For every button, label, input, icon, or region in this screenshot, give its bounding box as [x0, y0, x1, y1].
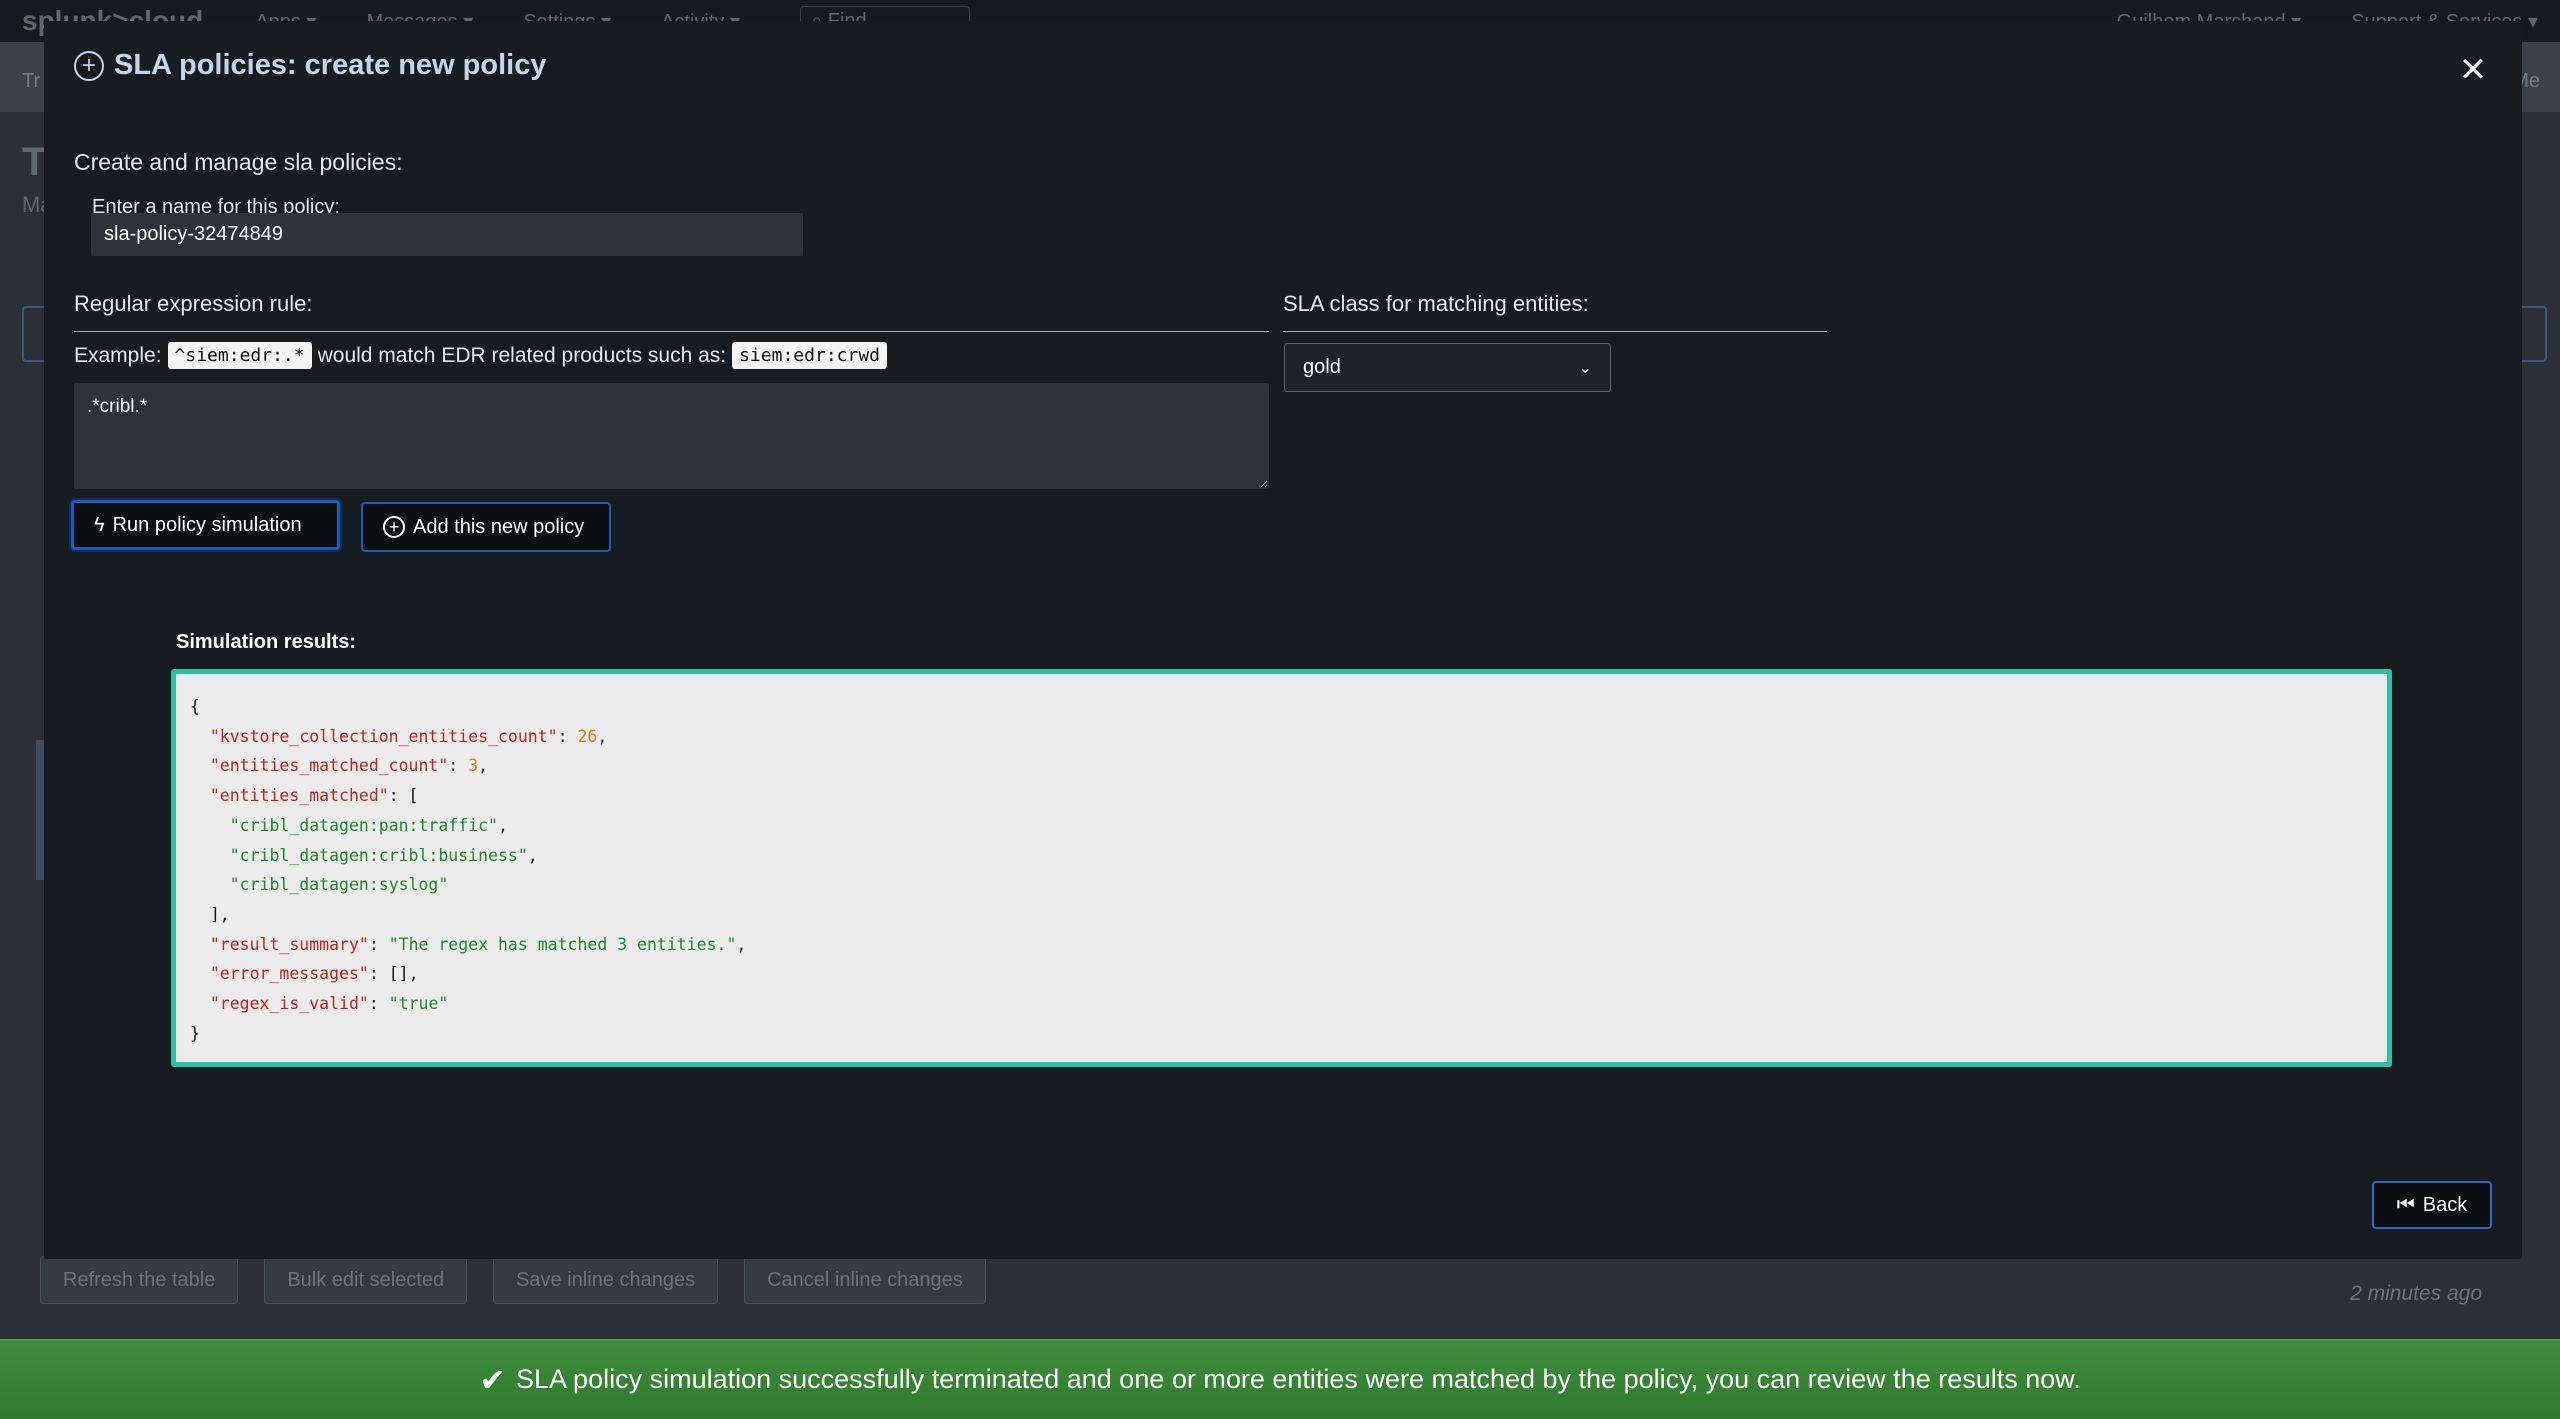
refresh-table-button[interactable]: Refresh the table	[40, 1256, 239, 1304]
checkmark-icon: ✔	[479, 1361, 507, 1398]
sla-class-select[interactable]: gold ⌄	[1284, 343, 1611, 392]
sla-policy-modal: + SLA policies: create new policy ✕ Crea…	[44, 21, 2522, 1259]
example-prefix: Example:	[74, 343, 162, 367]
policy-name-input[interactable]	[91, 213, 803, 256]
json-entity-3: "cribl_datagen:syslog"	[229, 875, 449, 895]
json-kvstore-count: 26	[577, 726, 598, 746]
simulation-results-box: { "kvstore_collection_entities_count": 2…	[171, 669, 2392, 1067]
toast-message: SLA policy simulation successfully termi…	[516, 1364, 2081, 1394]
json-entity-2: "cribl_datagen:cribl:business"	[229, 845, 528, 865]
add-circle-icon: +	[74, 50, 104, 81]
add-policy-label: Add this new policy	[413, 515, 585, 538]
example-code-pattern: ^siem:edr:.*	[167, 342, 312, 369]
bulk-edit-button[interactable]: Bulk edit selected	[264, 1256, 468, 1304]
regex-heading: Regular expression rule:	[74, 291, 1269, 332]
json-regex-valid: "true"	[388, 994, 449, 1014]
back-button[interactable]: ⏮ Back	[2372, 1181, 2492, 1229]
add-policy-button[interactable]: + Add this new policy	[361, 502, 611, 552]
table-toolbar: Refresh the table Bulk edit selected Sav…	[40, 1256, 986, 1304]
json-entity-1: "cribl_datagen:pan:traffic"	[229, 815, 498, 835]
example-middle-text: would match EDR related products such as…	[317, 343, 727, 367]
modal-title-text: SLA policies: create new policy	[114, 49, 547, 81]
example-code-match: siem:edr:crwd	[732, 342, 888, 369]
json-matched-count: 3	[468, 756, 479, 776]
sla-class-selected: gold	[1303, 356, 1341, 378]
json-result-summary: "The regex has matched 3 entities."	[388, 934, 737, 954]
regex-textarea[interactable]: .*cribl.*	[74, 383, 1269, 489]
back-icon: ⏮	[2396, 1193, 2415, 1216]
success-toast: ✔ SLA policy simulation successfully ter…	[0, 1339, 2560, 1419]
back-label: Back	[2422, 1193, 2468, 1216]
sla-class-heading: SLA class for matching entities:	[1283, 291, 1827, 332]
json-error-messages: []	[388, 964, 409, 984]
modal-title: + SLA policies: create new policy	[74, 49, 546, 82]
chevron-down-icon: ⌄	[1578, 359, 1592, 377]
regex-example: Example: ^siem:edr:.* would match EDR re…	[74, 342, 888, 369]
run-simulation-label: Run policy simulation	[112, 513, 302, 536]
last-updated: 2 minutes ago	[2350, 1282, 2482, 1305]
lightning-icon: ϟ	[94, 513, 105, 536]
run-simulation-button[interactable]: ϟ Run policy simulation	[71, 500, 340, 550]
section-heading: Create and manage sla policies:	[74, 149, 403, 175]
close-button[interactable]: ✕	[2458, 53, 2488, 87]
breadcrumb: Tr	[22, 70, 41, 92]
add-circle-icon: +	[383, 516, 405, 538]
simulation-results-label: Simulation results:	[176, 631, 357, 653]
cancel-inline-button[interactable]: Cancel inline changes	[744, 1256, 986, 1304]
save-inline-button[interactable]: Save inline changes	[493, 1256, 719, 1304]
